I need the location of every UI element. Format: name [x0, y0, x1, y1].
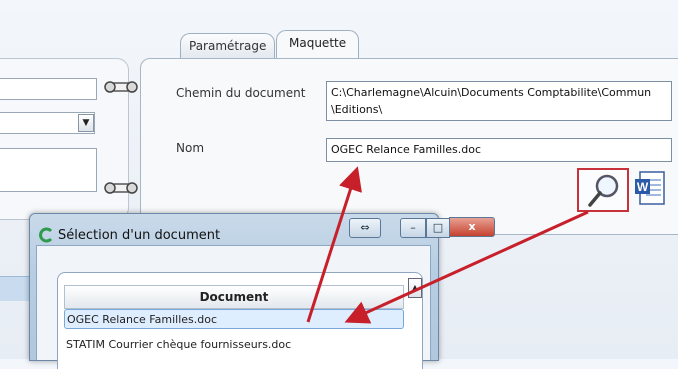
binder-ring-icon [104, 81, 138, 93]
svg-text:W: W [637, 180, 649, 194]
tab-parametrage[interactable]: Paramétrage [180, 33, 276, 58]
name-field[interactable]: OGEC Relance Familles.doc [326, 138, 672, 162]
dialog-minimize-button[interactable]: – [400, 218, 426, 238]
path-value-line2: \Editions\ [331, 103, 383, 116]
path-label: Chemin du document [176, 86, 306, 100]
magnifier-icon [588, 174, 619, 207]
document-column-header[interactable]: Document [64, 285, 404, 309]
combo-dropdown-button[interactable]: ▼ [78, 114, 94, 132]
dialog-resize-button[interactable]: ⇔ [349, 218, 381, 238]
app-logo-icon [39, 227, 53, 243]
name-value: OGEC Relance Familles.doc [331, 143, 482, 156]
left-text-input[interactable] [0, 78, 97, 100]
path-value-line1: C:\Charlemagne\Alcuin\Documents Comptabi… [331, 86, 652, 99]
dialog-maximize-button[interactable]: □ [426, 218, 450, 238]
sort-button[interactable]: ▲ [408, 278, 422, 298]
tab-maquette[interactable]: Maquette [276, 30, 360, 58]
dialog-close-button[interactable]: x [449, 217, 495, 237]
dialog-title: Sélection d'un document [58, 228, 221, 243]
background-strip [0, 276, 30, 301]
name-label: Nom [176, 141, 205, 155]
list-item[interactable]: STATIM Courrier chèque fournisseurs.doc [64, 335, 404, 355]
path-field[interactable]: C:\Charlemagne\Alcuin\Documents Comptabi… [326, 81, 672, 121]
left-text-area[interactable] [0, 148, 97, 192]
browse-button[interactable] [577, 168, 629, 212]
binder-ring-icon [104, 182, 138, 194]
word-document-icon[interactable]: W [634, 170, 666, 208]
list-item[interactable]: OGEC Relance Familles.doc [64, 309, 404, 329]
